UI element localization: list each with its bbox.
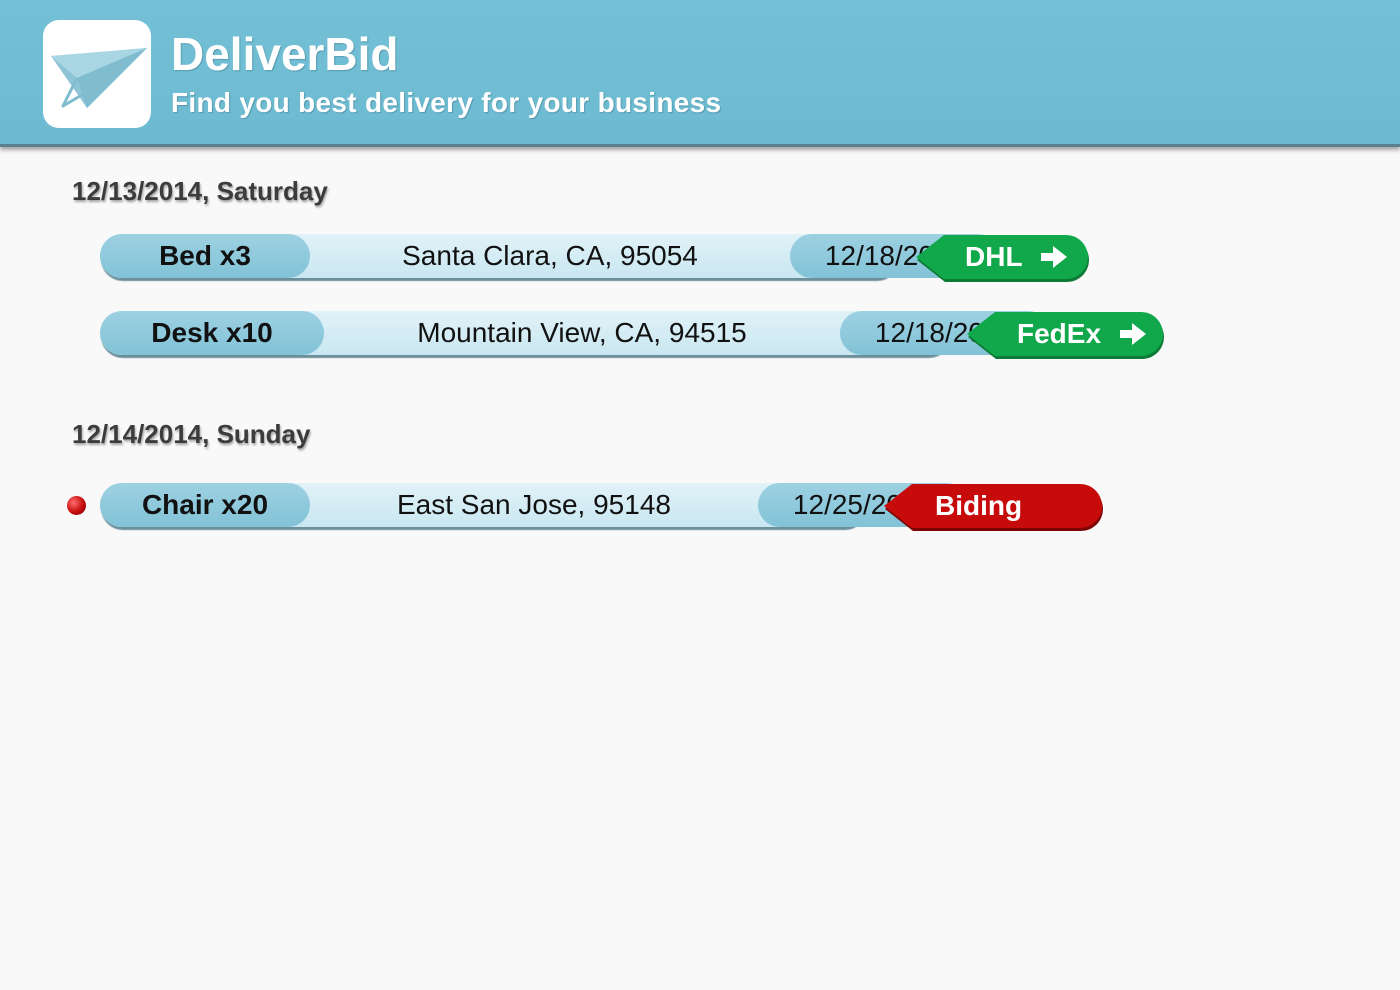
order-row[interactable]: Bed x3 Santa Clara, CA, 95054 12/18/2014 [100,234,1000,278]
order-item: Chair x20 [100,483,310,527]
order-location: Mountain View, CA, 94515 [417,317,747,348]
bidding-status-button[interactable]: Biding [882,483,1104,531]
app-logo[interactable] [43,20,151,128]
order-row[interactable]: Desk x10 Mountain View, CA, 94515 12/18/… [100,311,1050,355]
order-item: Bed x3 [100,234,310,278]
arrow-right-icon [1041,246,1067,268]
date-group-heading: 12/14/2014, Sunday [72,419,311,449]
order-location: East San Jose, 95148 [397,489,671,520]
carrier-label: FedEx [1017,318,1102,349]
bidding-label: Biding [935,490,1023,521]
paper-plane-icon [51,48,147,108]
app-subtitle: Find you best delivery for your business [171,87,722,118]
carrier-label: DHL [965,241,1023,272]
order-item: Desk x10 [100,311,324,355]
order-location: Santa Clara, CA, 95054 [402,240,698,271]
carrier-button-dhl[interactable]: DHL [914,234,1090,282]
app-title: DeliverBid [171,28,399,80]
order-row[interactable]: Chair x20 East San Jose, 95148 12/25/201… [100,483,968,527]
app-header: DeliverBid Find you best delivery for yo… [0,0,1400,147]
carrier-button-fedex[interactable]: FedEx [965,311,1165,359]
red-dot-icon [67,496,86,515]
date-group-heading: 12/13/2014, Saturday [72,176,328,206]
arrow-right-icon [1120,323,1146,345]
